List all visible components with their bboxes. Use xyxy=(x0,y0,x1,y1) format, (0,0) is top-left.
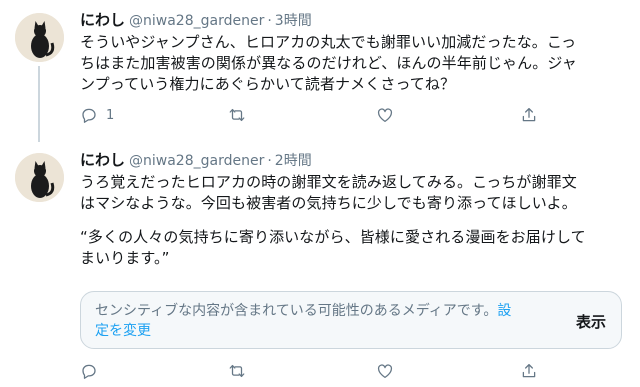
tweet[interactable]: にわし @niwa28_gardener · 2時間 うろ覚えだったヒロアカの時… xyxy=(0,145,640,387)
tweet-text-line: そういやジャンプさん、ヒロアカの丸太でも謝罪いい加減だったな。こっ xyxy=(80,33,577,51)
separator-dot: · xyxy=(267,13,272,29)
sensitive-media-text: センシティブな内容が含まれている可能性のあるメディアです。 xyxy=(95,303,498,319)
avatar[interactable] xyxy=(15,13,64,62)
share-icon xyxy=(522,363,536,378)
retweet-icon xyxy=(229,364,245,378)
retweet-button[interactable] xyxy=(228,362,246,380)
display-name[interactable]: にわし xyxy=(80,9,125,30)
tweet-actions: 1 xyxy=(80,106,622,128)
sensitive-media-message: センシティブな内容が含まれている可能性のあるメディアです。設定を変更 xyxy=(95,301,525,341)
timestamp[interactable]: 2時間 xyxy=(275,150,312,170)
tweet-text-line: はマシなような。今回も被害者の気持ちに少しでも寄り添ってほしいよ。 xyxy=(80,194,577,212)
retweet-icon xyxy=(229,108,245,122)
like-icon xyxy=(377,364,393,379)
tweet-content: にわし @niwa28_gardener · 2時間 うろ覚えだったヒロアカの時… xyxy=(80,149,622,379)
tweet-text-line: ちはまた加害被害の関係が異なるのだけれど、ほんの半年前じゃん。ジャ xyxy=(80,54,577,72)
user-handle[interactable]: @niwa28_gardener xyxy=(129,153,264,169)
retweet-button[interactable] xyxy=(228,106,246,124)
like-button[interactable] xyxy=(376,106,394,124)
share-icon xyxy=(522,107,536,122)
tweet-header: にわし @niwa28_gardener · 3時間 xyxy=(80,9,622,31)
share-button[interactable] xyxy=(520,106,538,124)
black-cat-avatar-image xyxy=(15,153,64,202)
separator-dot: · xyxy=(267,153,272,169)
tweet-actions xyxy=(80,362,622,384)
timestamp[interactable]: 3時間 xyxy=(275,10,312,30)
reply-icon xyxy=(82,108,96,123)
black-cat-avatar-image xyxy=(15,13,64,62)
quote-text-line: まいります。” xyxy=(80,249,170,267)
sensitive-media-warning: センシティブな内容が含まれている可能性のあるメディアです。設定を変更 表示 xyxy=(80,291,622,349)
tweet-header: にわし @niwa28_gardener · 2時間 xyxy=(80,149,622,171)
avatar[interactable] xyxy=(15,153,64,202)
show-media-button[interactable]: 表示 xyxy=(576,311,606,332)
tweet-text-line: うろ覚えだったヒロアカの時の謝罪文を読み返してみる。こっちが謝罪文 xyxy=(80,173,577,191)
thread-connector-line xyxy=(38,66,40,142)
tweet-text: うろ覚えだったヒロアカの時の謝罪文を読み返してみる。こっちが謝罪文 はマシなよう… xyxy=(80,172,622,269)
like-icon xyxy=(377,108,393,123)
share-button[interactable] xyxy=(520,362,538,380)
reply-button[interactable]: 1 xyxy=(80,106,114,124)
tweet-content: にわし @niwa28_gardener · 3時間 そういやジャンプさん、ヒロ… xyxy=(80,9,622,123)
tweet-text-line: ンプっていう権力にあぐらかいて読者ナメくさってね？ xyxy=(80,75,456,93)
reply-icon xyxy=(82,364,96,379)
user-handle[interactable]: @niwa28_gardener xyxy=(129,13,264,29)
tweet[interactable]: にわし @niwa28_gardener · 3時間 そういやジャンプさん、ヒロ… xyxy=(0,0,640,145)
display-name[interactable]: にわし xyxy=(80,149,125,170)
reply-button[interactable] xyxy=(80,362,98,380)
tweet-text: そういやジャンプさん、ヒロアカの丸太でも謝罪いい加減だったな。こっ ちはまた加害… xyxy=(80,32,622,95)
reply-count: 1 xyxy=(106,107,115,123)
like-button[interactable] xyxy=(376,362,394,380)
quote-text-line: “多くの人々の気持ちに寄り添いながら、皆様に愛される漫画をお届けして xyxy=(80,228,586,246)
